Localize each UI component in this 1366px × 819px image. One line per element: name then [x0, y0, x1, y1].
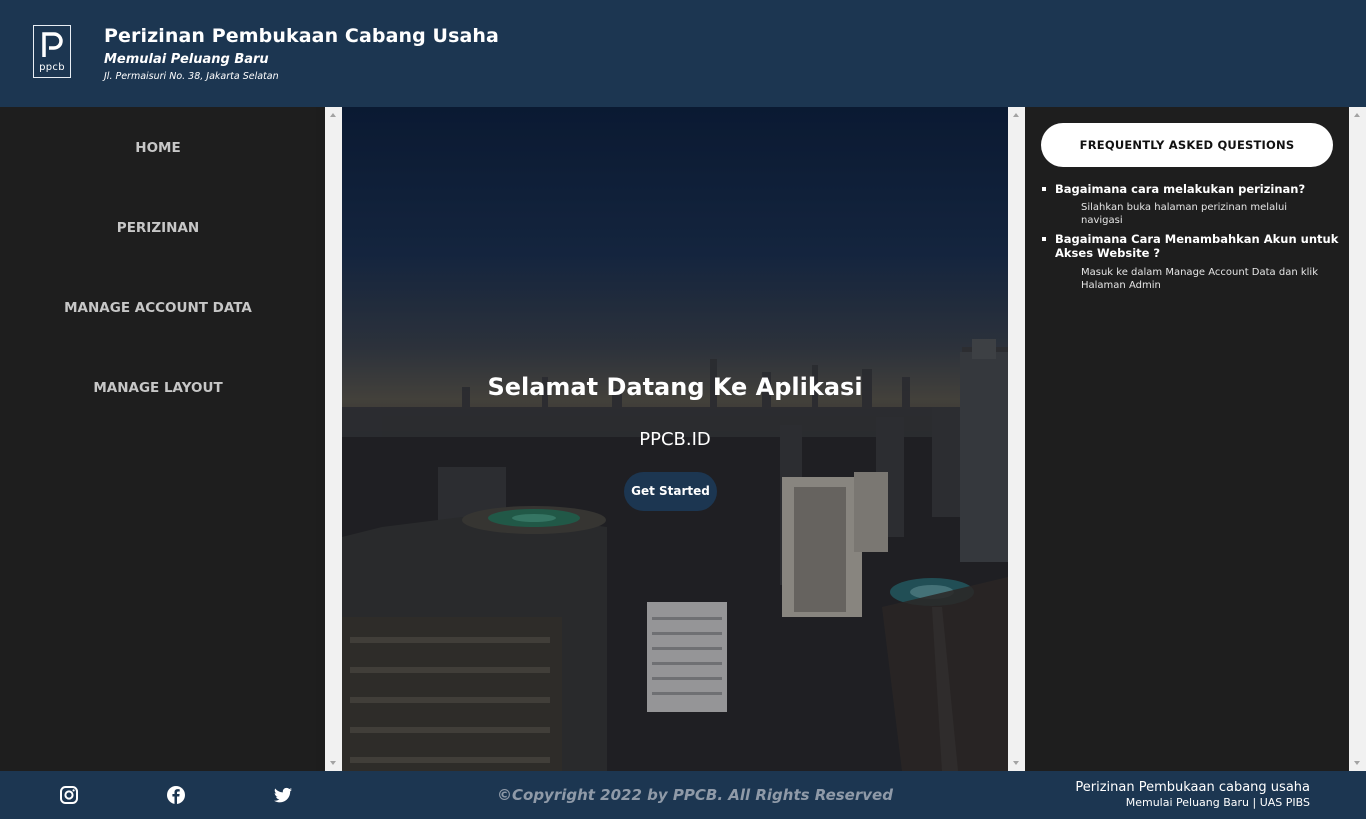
logo-text: ppcb: [39, 62, 65, 73]
ppcb-logo[interactable]: ppcb: [33, 25, 71, 78]
faq-scrollbar[interactable]: [1349, 107, 1366, 771]
faq-question: Bagaimana Cara Menambahkan Akun untuk Ak…: [1042, 232, 1345, 260]
footer: ©Copyright 2022 by PPCB. All Rights Rese…: [0, 771, 1366, 819]
header: ppcb Perizinan Pembukaan Cabang Usaha Me…: [0, 0, 1366, 107]
facebook-icon[interactable]: [166, 785, 186, 805]
nav-item-perizinan[interactable]: PERIZINAN: [0, 220, 316, 236]
sidebar-scrollbar[interactable]: [325, 107, 342, 771]
footer-title: Perizinan Pembukaan cabang usaha: [1075, 780, 1310, 795]
faq-question: Bagaimana cara melakukan perizinan?: [1042, 182, 1345, 196]
faq-title-button[interactable]: FREQUENTLY ASKED QUESTIONS: [1041, 123, 1333, 167]
site-subtitle: Memulai Peluang Baru: [104, 52, 269, 67]
scroll-down-arrow-icon[interactable]: [1354, 761, 1360, 765]
hero-subtitle: PPCB.ID: [639, 429, 711, 450]
nav-item-home[interactable]: HOME: [0, 140, 316, 156]
hero-banner: Selamat Datang Ke Aplikasi PPCB.ID Get S…: [342, 107, 1008, 771]
scroll-up-arrow-icon[interactable]: [1013, 113, 1019, 117]
site-title: Perizinan Pembukaan Cabang Usaha: [104, 25, 499, 47]
scroll-up-arrow-icon[interactable]: [330, 113, 336, 117]
footer-subtitle: Memulai Peluang Baru | UAS PIBS: [1125, 796, 1310, 809]
scroll-down-arrow-icon[interactable]: [330, 761, 336, 765]
copyright-text: ©Copyright 2022 by PPCB. All Rights Rese…: [497, 786, 893, 804]
site-address: Jl. Permaisuri No. 38, Jakarta Selatan: [104, 71, 279, 82]
instagram-icon[interactable]: [59, 785, 79, 805]
nav-item-manage-layout[interactable]: MANAGE LAYOUT: [0, 380, 316, 396]
get-started-button[interactable]: Get Started: [624, 472, 717, 511]
twitter-icon[interactable]: [273, 785, 293, 805]
hero-title: Selamat Datang Ke Aplikasi: [487, 373, 863, 401]
scroll-up-arrow-icon[interactable]: [1354, 113, 1360, 117]
p-logo-icon: [42, 32, 63, 57]
faq-panel: FREQUENTLY ASKED QUESTIONS Bagaimana car…: [1025, 107, 1349, 771]
content-scrollbar[interactable]: [1008, 107, 1025, 771]
faq-answer: Silahkan buka halaman perizinan melalui …: [1081, 202, 1288, 226]
nav-item-manage-account-data[interactable]: MANAGE ACCOUNT DATA: [0, 300, 316, 316]
faq-answer: Masuk ke dalam Manage Account Data dan k…: [1081, 267, 1318, 291]
scroll-down-arrow-icon[interactable]: [1013, 761, 1019, 765]
sidebar-nav: HOME PERIZINAN MANAGE ACCOUNT DATA MANAG…: [0, 107, 316, 771]
